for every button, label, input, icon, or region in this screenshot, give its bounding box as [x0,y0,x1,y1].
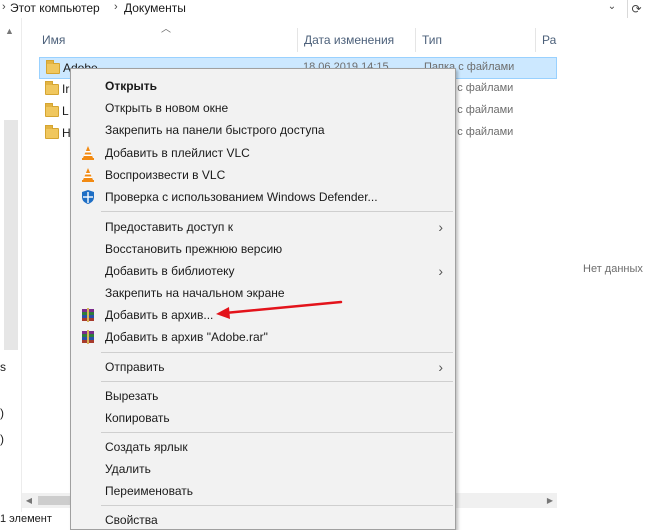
scroll-right-icon[interactable]: ▶ [543,493,557,508]
menu-item-cut[interactable]: Вырезать [71,385,455,407]
menu-item-add-to-archive-named[interactable]: Добавить в архив "Adobe.rar" [71,326,455,348]
column-size[interactable]: Ра [536,28,566,52]
submenu-arrow-icon: › [438,359,443,375]
file-name: Ir [62,82,70,96]
menu-item-label: Копировать [105,411,170,425]
menu-item-label: Добавить в библиотеку [105,264,235,278]
menu-item-label: Добавить в архив "Adobe.rar" [105,330,268,344]
menu-item-restore-previous[interactable]: Восстановить прежнюю версию [71,238,455,260]
preview-empty-text: Нет данных [583,263,643,275]
winrar-icon [82,308,94,322]
menu-item-copy[interactable]: Копировать [71,407,455,429]
menu-item-label: Проверка с использованием Windows Defend… [105,190,378,204]
defender-shield-icon [82,190,94,204]
menu-item-label: Восстановить прежнюю версию [105,242,283,256]
folder-icon [45,81,59,95]
menu-item-label: Открыть в новом окне [105,101,229,115]
menu-item-open[interactable]: Открыть [71,75,455,97]
menu-item-vlc-play[interactable]: Воспроизвести в VLC [71,164,455,186]
breadcrumb-chevron-icon: › [2,1,6,13]
vlc-icon [82,168,94,182]
menu-item-send-to[interactable]: Отправить › [71,356,455,378]
folder-icon [45,125,59,139]
menu-separator [101,432,453,433]
menu-separator [101,211,453,212]
menu-item-label: Закрепить на панели быстрого доступа [105,123,325,137]
status-item-count: 1 элемент [0,513,52,525]
menu-item-pin-quick-access[interactable]: Закрепить на панели быстрого доступа [71,119,455,141]
breadcrumb-chevron-icon: › [114,1,118,13]
submenu-arrow-icon: › [438,219,443,235]
breadcrumb-documents[interactable]: Документы [124,1,186,15]
menu-item-create-shortcut[interactable]: Создать ярлык [71,436,455,458]
menu-item-properties[interactable]: Свойства [71,509,455,530]
nav-item-fragment[interactable]: ) [0,432,4,446]
menu-item-add-to-archive[interactable]: Добавить в архив... [71,304,455,326]
nav-item-fragment[interactable]: s [0,360,6,374]
menu-item-label: Открыть [105,79,158,93]
folder-icon [46,60,60,74]
menu-item-defender-scan[interactable]: Проверка с использованием Windows Defend… [71,186,455,208]
menu-item-add-to-library[interactable]: Добавить в библиотеку › [71,260,455,282]
menu-item-label: Предоставить доступ к [105,220,233,234]
refresh-icon[interactable]: ⟳ [627,0,645,18]
context-menu: Открыть Открыть в новом окне Закрепить н… [70,68,456,530]
column-header: Имя Дата изменения Тип Ра [22,28,645,52]
menu-item-label: Создать ярлык [105,440,188,454]
menu-separator [101,381,453,382]
file-name: L [62,104,69,118]
menu-item-label: Отправить [105,360,165,374]
winrar-icon [82,330,94,344]
navigation-pane: ▲ s ) ) [0,18,22,512]
menu-item-rename[interactable]: Переименовать [71,480,455,502]
menu-separator [101,505,453,506]
nav-scrollbar-thumb[interactable] [4,120,18,350]
menu-item-label: Добавить в архив... [105,308,214,322]
menu-item-label: Добавить в плейлист VLC [105,146,250,160]
menu-item-label: Закрепить на начальном экране [105,286,285,300]
submenu-arrow-icon: › [438,263,443,279]
menu-item-open-new-window[interactable]: Открыть в новом окне [71,97,455,119]
menu-item-pin-start[interactable]: Закрепить на начальном экране [71,282,455,304]
menu-separator [101,352,453,353]
vlc-icon [82,146,94,160]
chevron-down-icon[interactable]: ⌄ [605,1,619,17]
address-bar[interactable]: › Этот компьютер › Документы ⌄ ⟳ [0,0,645,18]
column-name[interactable]: Имя [36,28,298,52]
menu-item-label: Переименовать [105,484,193,498]
breadcrumb-this-pc[interactable]: Этот компьютер [10,1,100,15]
column-type[interactable]: Тип [416,28,536,52]
menu-item-label: Удалить [105,462,151,476]
menu-item-label: Вырезать [105,389,159,403]
scroll-up-icon[interactable]: ▲ [5,26,14,36]
column-date[interactable]: Дата изменения [298,28,416,52]
menu-item-give-access[interactable]: Предоставить доступ к › [71,216,455,238]
menu-item-label: Свойства [105,513,158,527]
nav-item-fragment[interactable]: ) [0,406,4,420]
scroll-left-icon[interactable]: ◀ [22,493,36,508]
menu-item-delete[interactable]: Удалить [71,458,455,480]
folder-icon [45,103,59,117]
menu-item-label: Воспроизвести в VLC [105,168,226,182]
menu-item-vlc-add-playlist[interactable]: Добавить в плейлист VLC [71,142,455,164]
